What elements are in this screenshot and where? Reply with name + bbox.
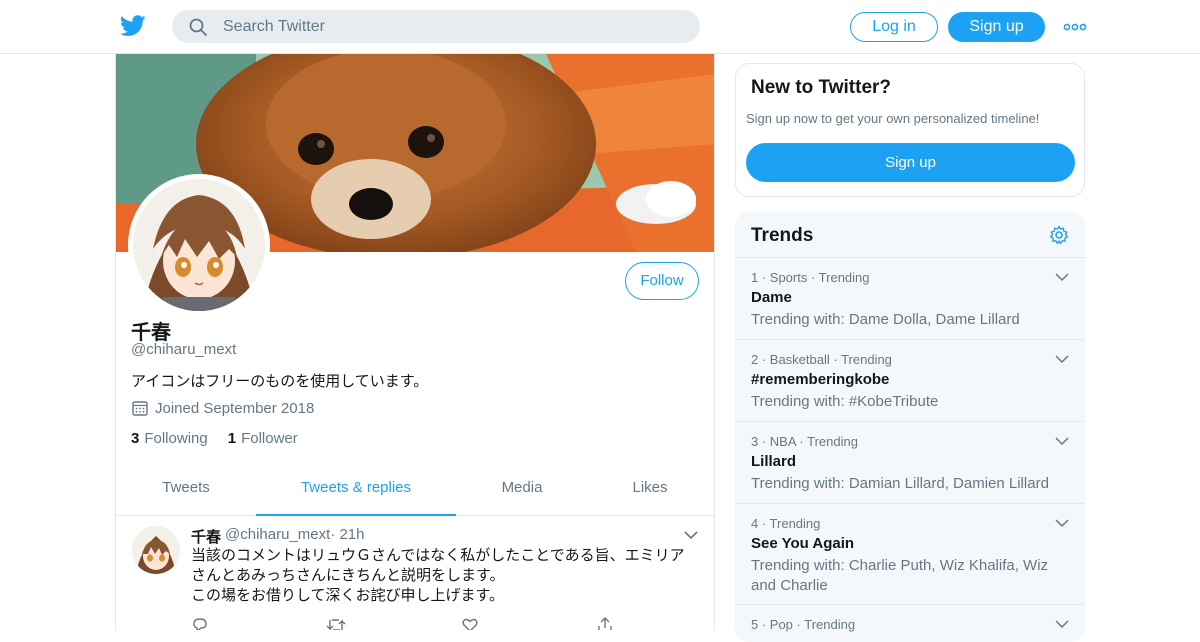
profile-tabs: Tweets Tweets & replies Media Likes — [116, 464, 714, 516]
profile-bio: アイコンはフリーのものを使用しています。 — [131, 373, 429, 390]
tweet-author-name[interactable]: 千春 — [191, 526, 221, 547]
chevron-down-icon[interactable] — [1055, 354, 1069, 364]
profile-avatar[interactable] — [128, 174, 270, 316]
chevron-down-icon[interactable] — [1055, 272, 1069, 282]
profile-handle: @chiharu_mext — [131, 341, 237, 358]
tab-media[interactable]: Media — [456, 464, 588, 516]
trend-meta: 2 · Basketball · Trending — [751, 352, 892, 367]
tweet-author-handle[interactable]: @chiharu_mext — [225, 526, 330, 547]
following-link[interactable]: Following — [144, 430, 207, 447]
tab-tweets[interactable]: Tweets — [116, 464, 256, 516]
trend-item[interactable]: 1 · Sports · Trending Dame Trending with… — [735, 258, 1085, 340]
trend-related: Trending with: #KobeTribute — [751, 393, 939, 410]
chevron-down-icon[interactable] — [1055, 436, 1069, 446]
chevron-down-icon[interactable] — [1055, 518, 1069, 528]
tweet-text-line: さんとあみっちさんにきちんと説明をします。 — [191, 567, 505, 584]
joined-text: Joined September 2018 — [155, 399, 315, 417]
right-sidebar: New to Twitter? Sign up now to get your … — [735, 54, 1085, 642]
search-box[interactable]: Search Twitter — [172, 10, 700, 43]
follower-count[interactable]: 1 — [228, 430, 236, 447]
trend-item[interactable]: 4 · Trending See You Again Trending with… — [735, 504, 1085, 605]
login-button[interactable]: Log in — [850, 12, 938, 42]
calendar-icon — [132, 401, 148, 416]
tab-likes[interactable]: Likes — [588, 464, 712, 516]
search-input[interactable]: Search Twitter — [223, 18, 325, 36]
trends-panel: Trends 1 · Sports · Trending Dame Trendi… — [735, 212, 1085, 642]
gear-icon[interactable] — [1049, 225, 1069, 245]
signup-button[interactable]: Sign up — [948, 12, 1045, 42]
tab-tweets-and-replies[interactable]: Tweets & replies — [256, 464, 456, 516]
trend-title: Lillard — [751, 453, 797, 470]
tweet-header: 千春 @chiharu_mext · 21h — [191, 526, 365, 547]
trend-item[interactable]: 3 · NBA · Trending Lillard Trending with… — [735, 422, 1085, 504]
joined-date: Joined September 2018 — [131, 399, 314, 417]
trend-item[interactable]: 5 · Pop · Trending — [735, 605, 1085, 642]
trends-header: Trends — [735, 212, 1085, 258]
tweet-text: 当該のコメントはリュウＧさんではなく私がしたことである旨、エミリア さんとあみっ… — [191, 546, 701, 606]
new-to-twitter-title: New to Twitter? — [751, 77, 892, 98]
chevron-down-icon[interactable] — [1055, 619, 1069, 629]
share-icon[interactable] — [596, 616, 614, 630]
more-options-icon[interactable] — [1063, 17, 1087, 37]
trend-title: Dame — [751, 289, 792, 306]
follow-button[interactable]: Follow — [625, 262, 699, 300]
tweet-item[interactable]: 千春 @chiharu_mext · 21h 当該のコメントはリュウＧさんではな… — [116, 516, 714, 630]
tweet-actions — [191, 616, 631, 630]
trend-related: Trending with: Charlie Puth, Wiz Khalifa… — [751, 557, 1049, 594]
twitter-bird-icon[interactable] — [120, 14, 146, 38]
retweet-icon[interactable] — [326, 616, 346, 630]
following-count[interactable]: 3 — [131, 430, 139, 447]
like-icon[interactable] — [461, 616, 479, 630]
top-navigation-bar: Search Twitter Log in Sign up — [0, 0, 1200, 54]
trend-title: See You Again — [751, 535, 855, 552]
trend-meta: 4 · Trending — [751, 516, 821, 531]
trend-related: Trending with: Dame Dolla, Dame Lillard — [751, 311, 1020, 328]
tweet-avatar[interactable] — [132, 526, 180, 574]
chevron-down-icon[interactable] — [683, 529, 699, 541]
trends-title: Trends — [751, 225, 814, 246]
tweet-text-line: この場をお借りして深くお詫び申し上げます。 — [191, 587, 505, 604]
tweet-text-line: 当該のコメントはリュウＧさんではなく私がしたことである旨、エミリア — [191, 547, 685, 564]
sidebar-signup-button[interactable]: Sign up — [746, 143, 1075, 182]
follower-link[interactable]: Follower — [241, 430, 298, 447]
tweet-timestamp[interactable]: · 21h — [330, 526, 364, 547]
profile-column: Follow 千春 @chiharu_mext アイコンはフリーのものを使用して… — [115, 54, 715, 630]
reply-icon[interactable] — [191, 616, 209, 630]
follow-counts: 3 Following 1 Follower — [131, 430, 318, 447]
search-icon — [189, 18, 207, 36]
new-to-twitter-panel: New to Twitter? Sign up now to get your … — [735, 63, 1085, 197]
trend-item[interactable]: 2 · Basketball · Trending #rememberingko… — [735, 340, 1085, 422]
trend-meta: 3 · NBA · Trending — [751, 434, 858, 449]
trend-title: #rememberingkobe — [751, 371, 890, 388]
trend-meta: 1 · Sports · Trending — [751, 270, 870, 285]
trend-related: Trending with: Damian Lillard, Damien Li… — [751, 475, 1049, 492]
new-to-twitter-subtitle: Sign up now to get your own personalized… — [746, 111, 1040, 126]
